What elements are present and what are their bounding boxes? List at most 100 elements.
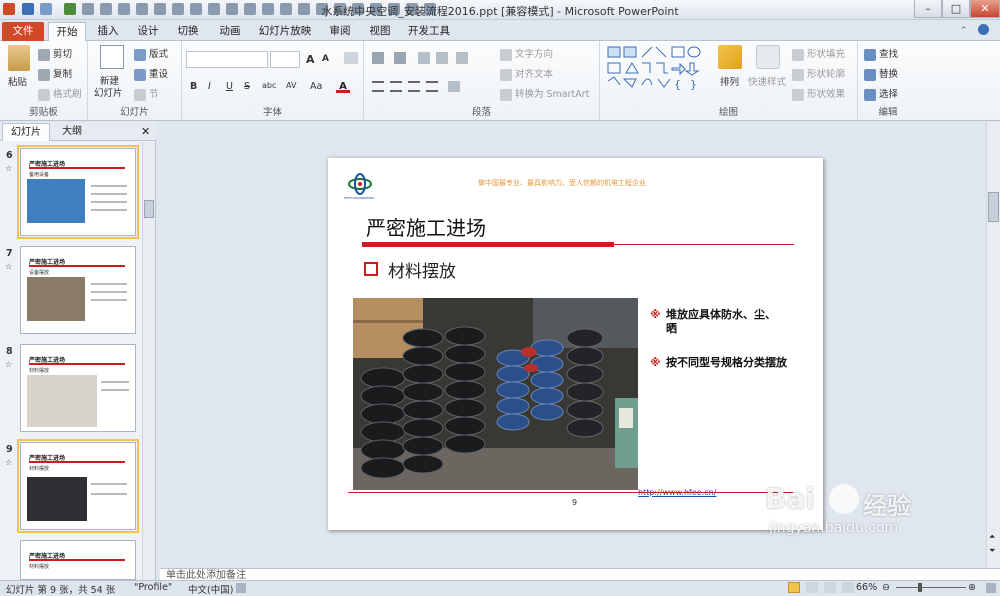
bullet-text[interactable]: 堆放应具体防水、尘、晒: [666, 308, 776, 336]
bold-button[interactable]: B: [190, 81, 197, 92]
tab-review[interactable]: 审阅: [322, 22, 358, 41]
scroll-thumb[interactable]: [988, 192, 999, 222]
select-button[interactable]: 选择: [879, 89, 898, 100]
char-spacing-button[interactable]: AV: [286, 81, 296, 90]
new-slide-label[interactable]: 幻灯片: [94, 85, 123, 99]
align-left-icon[interactable]: [372, 81, 384, 92]
thumb-photo: [27, 277, 85, 321]
slide-canvas[interactable]: HEFEI ENGINEERING 做中国最专业、最具影响力、受人信赖的机电工程…: [328, 158, 823, 530]
paste-icon[interactable]: [8, 45, 30, 71]
line-spacing-icon[interactable]: [456, 52, 468, 64]
tab-file[interactable]: 文件: [2, 22, 44, 41]
zoom-level[interactable]: 66%: [856, 582, 877, 593]
tab-insert[interactable]: 插入: [90, 22, 126, 41]
section-button[interactable]: 节: [149, 89, 159, 100]
zoom-out-button[interactable]: ⊖: [882, 582, 890, 593]
quick-styles-icon[interactable]: [756, 45, 780, 69]
tab-developer[interactable]: 开发工具: [404, 22, 454, 41]
notes-placeholder[interactable]: 单击此处添加备注: [166, 570, 246, 580]
slide-subtitle[interactable]: 材料摆放: [388, 257, 456, 282]
thumb-rule: [29, 363, 125, 365]
tab-design[interactable]: 设计: [130, 22, 166, 41]
zoom-in-button[interactable]: ⊕: [968, 582, 976, 593]
decrease-indent-icon[interactable]: [418, 52, 430, 64]
underline-button[interactable]: U: [226, 81, 233, 92]
text-direction-button[interactable]: 文字方向: [515, 49, 553, 60]
layout-button[interactable]: 版式: [149, 49, 168, 60]
slide-thumbnail[interactable]: 严密施工进场 备用设备: [17, 145, 139, 239]
materials-photo[interactable]: [353, 298, 638, 490]
copy-icon: [38, 68, 50, 81]
find-button[interactable]: 查找: [879, 49, 898, 60]
fit-to-window-icon[interactable]: [986, 583, 996, 593]
smartart-button[interactable]: 转换为 SmartArt: [515, 89, 589, 100]
copy-button[interactable]: 复制: [53, 69, 72, 80]
align-right-icon[interactable]: [408, 81, 420, 92]
reset-button[interactable]: 重设: [149, 69, 168, 80]
change-case-button[interactable]: Aa: [310, 81, 322, 92]
close-panel-button[interactable]: ✕: [141, 125, 150, 138]
shadow-button[interactable]: abc: [262, 81, 276, 90]
tab-transitions[interactable]: 切换: [170, 22, 206, 41]
font-size-combo[interactable]: [270, 51, 300, 68]
tab-home[interactable]: 开始: [48, 22, 86, 41]
slide-sorter-icon[interactable]: [806, 582, 818, 593]
tab-slideshow[interactable]: 幻灯片放映: [254, 22, 316, 41]
bullet-text[interactable]: 按不同型号规格分类摆放: [666, 356, 816, 370]
arrange-icon[interactable]: [718, 45, 742, 69]
strikethrough-button[interactable]: S: [244, 81, 250, 92]
shapes-gallery[interactable]: { }: [606, 45, 706, 93]
arrange-button[interactable]: 排列: [720, 74, 739, 88]
columns-icon[interactable]: [448, 81, 460, 92]
shape-outline-button[interactable]: 形状轮廓: [807, 69, 845, 80]
tab-animations[interactable]: 动画: [212, 22, 248, 41]
slide-thumbnail[interactable]: 严密施工进场 材料摆放: [20, 540, 136, 580]
tab-outline[interactable]: 大纲: [54, 123, 90, 141]
notes-pane[interactable]: 单击此处添加备注: [160, 568, 1000, 580]
tab-view[interactable]: 视图: [362, 22, 398, 41]
replace-button[interactable]: 替换: [879, 69, 898, 80]
cut-button[interactable]: 剪切: [53, 49, 72, 60]
prev-slide-icon[interactable]: ⏶: [989, 532, 995, 542]
increase-indent-icon[interactable]: [436, 52, 448, 64]
grow-font-button[interactable]: A: [306, 53, 315, 66]
slide-thumbnail[interactable]: 严密施工进场 设备摆放: [20, 246, 136, 334]
slide-thumbnail[interactable]: 严密施工进场 材料摆放: [20, 344, 136, 432]
shrink-font-button[interactable]: A: [322, 54, 329, 64]
justify-icon[interactable]: [426, 81, 438, 92]
bullets-icon[interactable]: [372, 52, 384, 64]
normal-view-icon[interactable]: [788, 582, 800, 593]
align-text-button[interactable]: 对齐文本: [515, 69, 553, 80]
slide-scrollbar[interactable]: ⏶ ⏷: [986, 122, 1000, 568]
font-name-combo[interactable]: [186, 51, 268, 68]
font-color-icon[interactable]: A: [336, 81, 350, 93]
close-button[interactable]: ✕: [970, 0, 1000, 18]
slide-title[interactable]: 严密施工进场: [366, 212, 486, 241]
numbering-icon[interactable]: [394, 52, 406, 64]
paste-button[interactable]: 粘贴: [8, 74, 27, 88]
tab-slides[interactable]: 幻灯片: [2, 123, 50, 141]
minimize-ribbon-icon[interactable]: ⌃: [960, 26, 968, 36]
format-painter-button[interactable]: 格式刷: [53, 89, 82, 100]
maximize-button[interactable]: □: [942, 0, 970, 18]
proofing-icon[interactable]: [236, 583, 246, 593]
align-center-icon[interactable]: [390, 81, 402, 92]
zoom-slider[interactable]: [896, 587, 966, 588]
next-slide-icon[interactable]: ⏷: [989, 546, 995, 556]
scroll-thumb[interactable]: [144, 200, 154, 218]
clear-format-icon[interactable]: [344, 52, 358, 64]
reading-view-icon[interactable]: [824, 582, 836, 593]
minimize-button[interactable]: –: [914, 0, 942, 18]
shape-effects-button[interactable]: 形状效果: [807, 89, 845, 100]
italic-button[interactable]: I: [208, 81, 211, 92]
panel-scrollbar[interactable]: [142, 142, 155, 580]
shape-fill-button[interactable]: 形状填充: [807, 49, 845, 60]
shape-effects-icon: [792, 88, 804, 101]
new-slide-icon[interactable]: [100, 45, 124, 69]
zoom-slider-thumb[interactable]: [918, 583, 922, 592]
slideshow-view-icon[interactable]: [842, 582, 854, 593]
slides-group: 新建 幻灯片 版式 重设 节 幻灯片: [88, 41, 182, 120]
help-icon[interactable]: [978, 24, 989, 35]
quick-styles-button[interactable]: 快速样式: [748, 74, 786, 88]
slide-thumbnail[interactable]: 严密施工进场 材料摆放: [17, 439, 139, 533]
